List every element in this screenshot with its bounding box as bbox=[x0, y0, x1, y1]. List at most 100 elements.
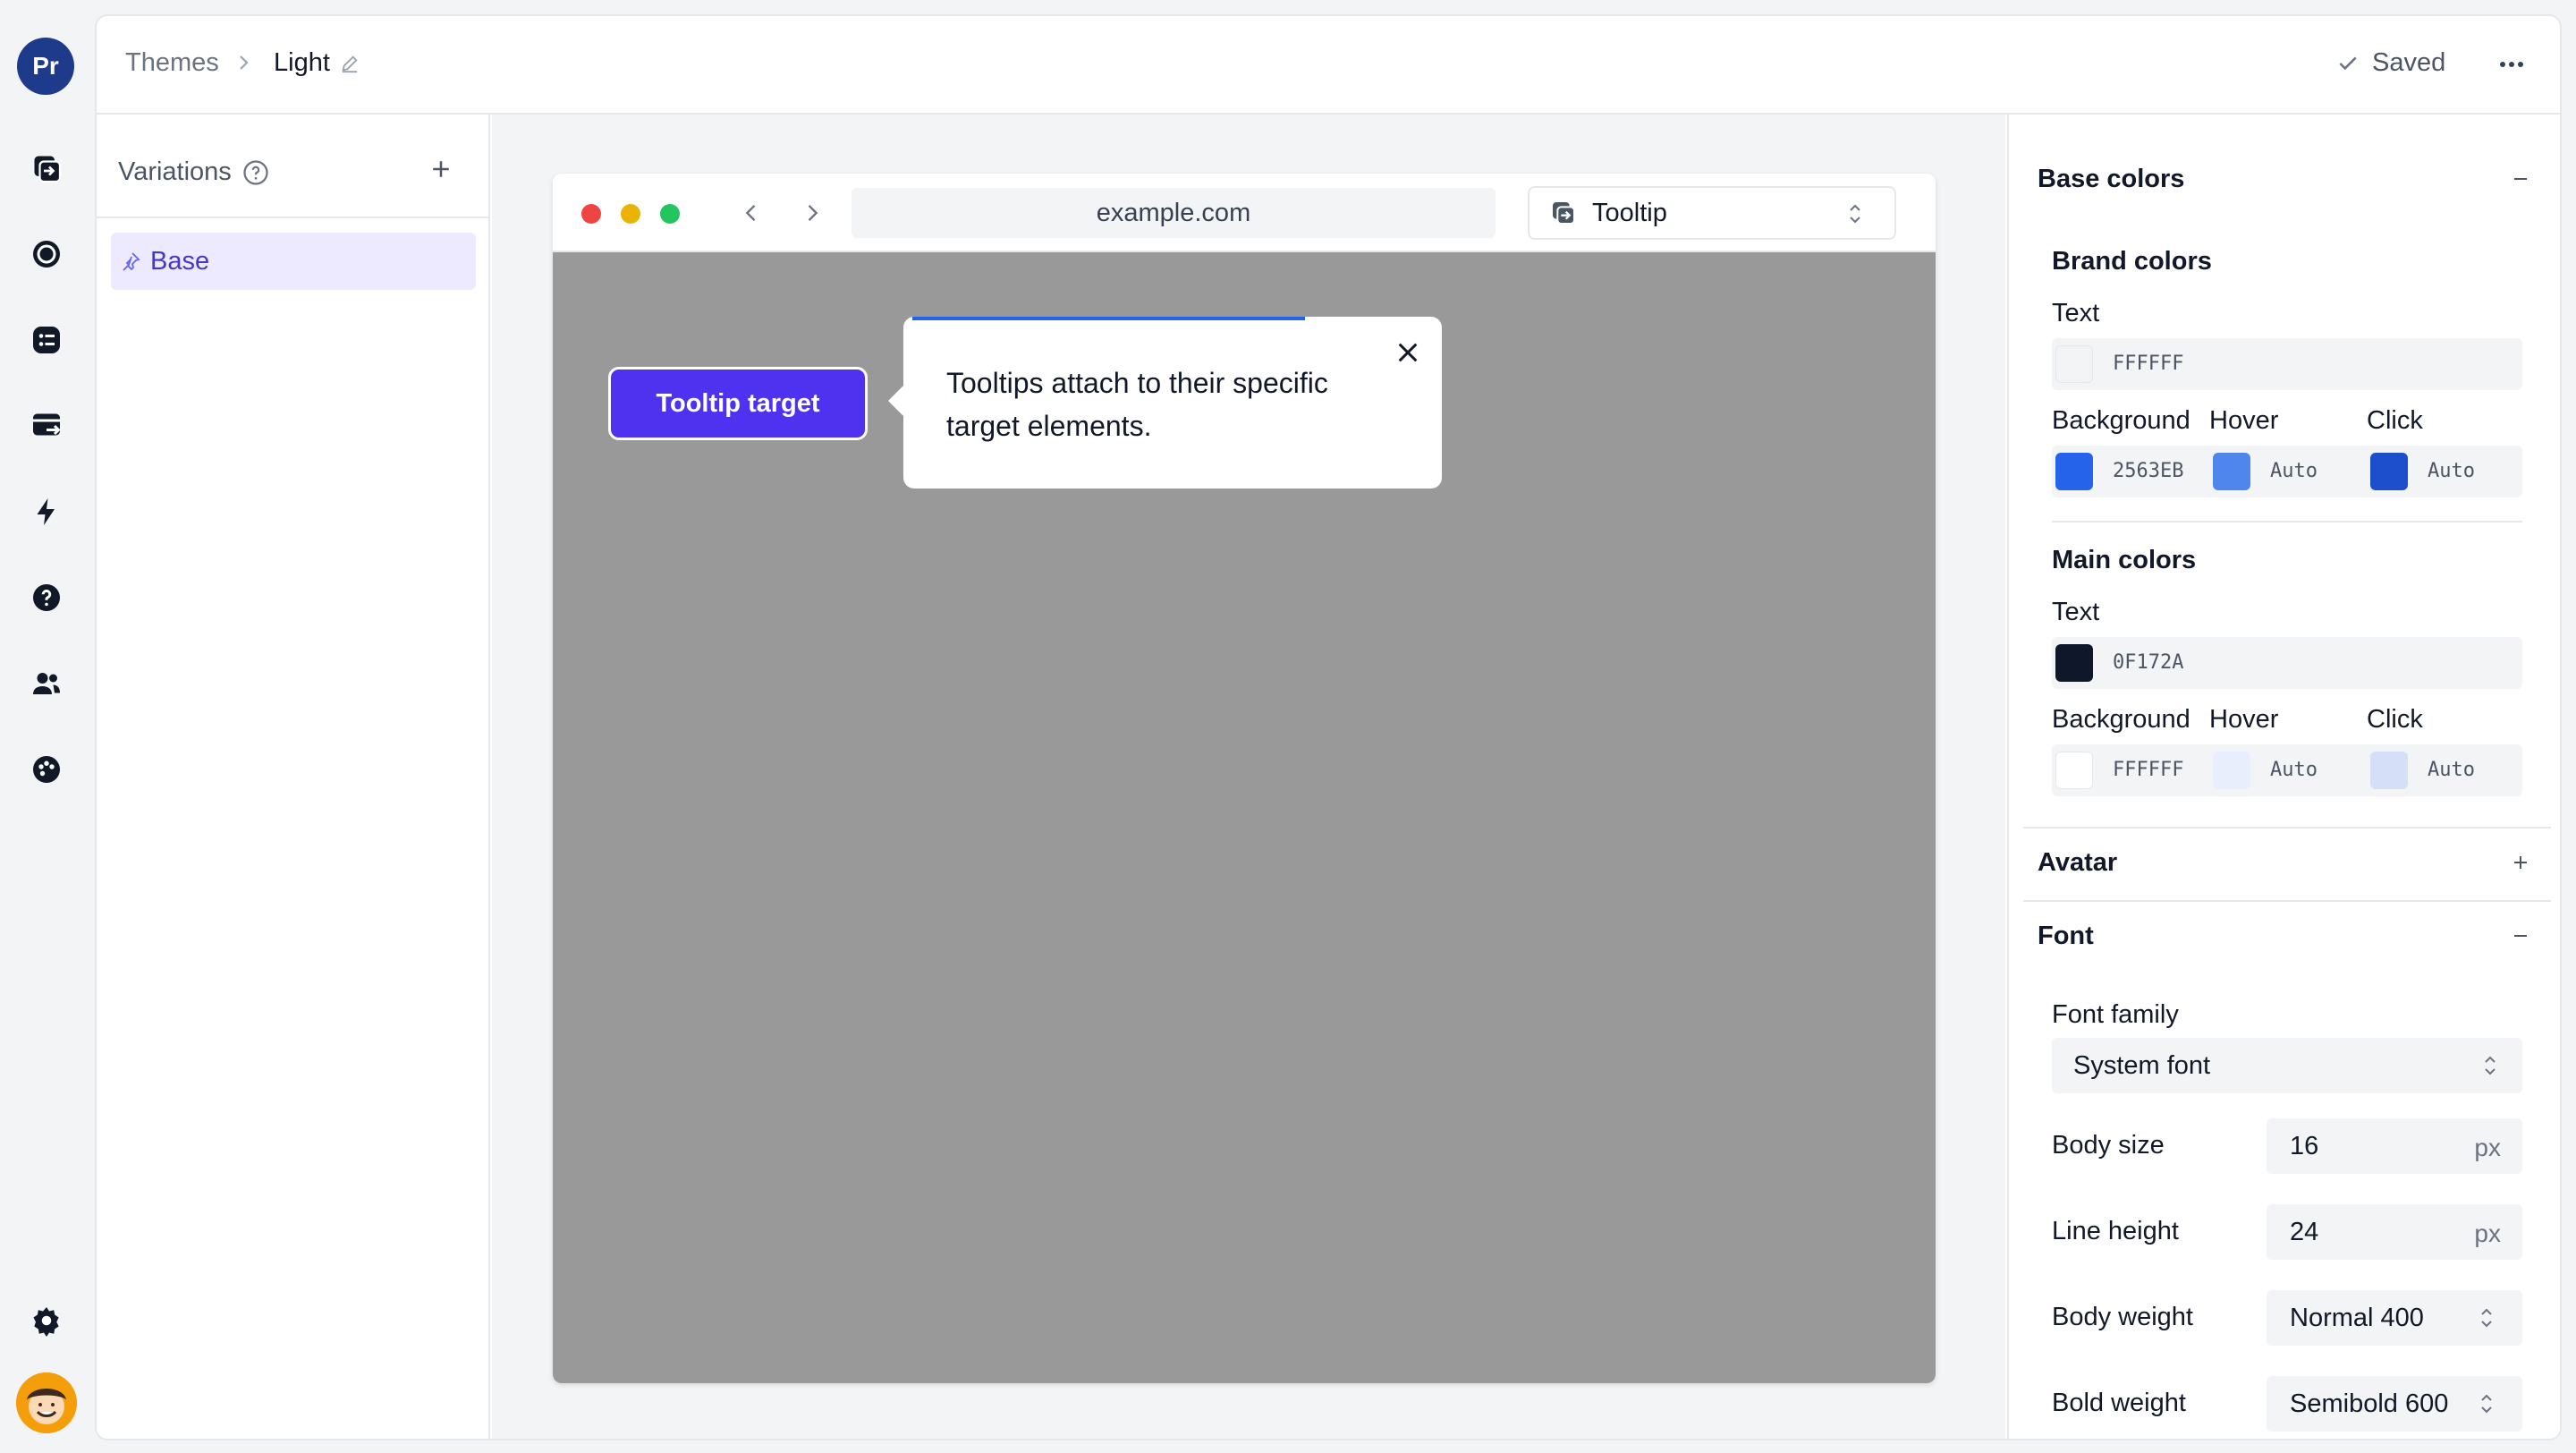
brand-background-label: Background bbox=[2052, 406, 2190, 435]
main-hover-swatch[interactable] bbox=[2213, 752, 2250, 789]
breadcrumb-themes[interactable]: Themes bbox=[125, 48, 219, 78]
collapse-icon[interactable] bbox=[2510, 925, 2531, 947]
body-weight-value: Normal 400 bbox=[2290, 1303, 2424, 1332]
main-click-label: Click bbox=[2367, 705, 2423, 734]
component-select[interactable]: Tooltip bbox=[1528, 186, 1896, 240]
brand-text-label: Text bbox=[2052, 299, 2100, 327]
close-icon[interactable] bbox=[1394, 338, 1422, 367]
help-icon[interactable] bbox=[29, 580, 64, 616]
brand-hover-value: Auto bbox=[2270, 460, 2318, 482]
variations-header: Variations bbox=[118, 157, 269, 187]
record-icon[interactable] bbox=[29, 236, 64, 272]
app-rail: Pr bbox=[0, 0, 93, 1453]
main-text-color-field[interactable]: 0F172A bbox=[2052, 637, 2522, 689]
divider bbox=[2023, 900, 2551, 902]
body-size-value: 16 bbox=[2290, 1131, 2319, 1160]
pencil-icon[interactable] bbox=[340, 54, 360, 73]
main-hover-label: Hover bbox=[2209, 705, 2279, 734]
brand-hover-label: Hover bbox=[2209, 406, 2279, 435]
main-click-value: Auto bbox=[2428, 759, 2475, 781]
variations-title: Variations bbox=[118, 157, 232, 186]
brand-background-swatch[interactable] bbox=[2055, 453, 2093, 490]
saved-status: Saved bbox=[2336, 48, 2445, 78]
palette-icon[interactable] bbox=[29, 752, 64, 787]
main-background-label: Background bbox=[2052, 705, 2190, 734]
brand-colors-title: Brand colors bbox=[2052, 247, 2212, 276]
check-icon bbox=[2339, 56, 2357, 70]
list-icon[interactable] bbox=[29, 322, 64, 358]
variations-panel: Variations Base bbox=[97, 115, 490, 1439]
users-icon[interactable] bbox=[29, 666, 64, 701]
main-background-hex: FFFFFF bbox=[2113, 759, 2184, 781]
tooltip-text: Tooltips attach to their specific target… bbox=[946, 367, 1328, 442]
forward-arrow-icon[interactable] bbox=[800, 200, 825, 225]
main-text-swatch[interactable] bbox=[2055, 644, 2093, 682]
main-background-swatch[interactable] bbox=[2055, 752, 2093, 789]
more-options-icon[interactable] bbox=[2496, 55, 2528, 73]
settings-icon[interactable] bbox=[29, 1303, 64, 1338]
browser-frame: example.com Tooltip Tooltip target Toolt… bbox=[553, 174, 1936, 1383]
body-size-unit: px bbox=[2474, 1134, 2501, 1161]
main-text-hex: 0F172A bbox=[2113, 651, 2184, 674]
preview-area: example.com Tooltip Tooltip target Toolt… bbox=[492, 115, 2005, 1439]
app-logo[interactable]: Pr bbox=[17, 38, 74, 95]
tooltip-progress-bar bbox=[912, 317, 1306, 320]
variation-item-base[interactable]: Base bbox=[111, 233, 476, 290]
bold-weight-value: Semibold 600 bbox=[2290, 1389, 2449, 1418]
brand-click-value: Auto bbox=[2428, 460, 2475, 482]
user-avatar[interactable] bbox=[16, 1372, 77, 1433]
url-bar[interactable]: example.com bbox=[852, 188, 1496, 238]
settings-panel: Base colors Brand colors Text FFFFFF Bac… bbox=[2007, 115, 2560, 1439]
main-background-color-field[interactable]: FFFFFF Auto Auto bbox=[2052, 744, 2522, 796]
divider bbox=[97, 217, 488, 218]
add-variation-icon[interactable] bbox=[428, 156, 454, 183]
main-hover-value: Auto bbox=[2270, 759, 2318, 781]
preview-canvas: Tooltip target Tooltips attach to their … bbox=[553, 252, 1936, 1383]
breadcrumb-current: Light bbox=[274, 48, 330, 77]
bold-weight-label: Bold weight bbox=[2052, 1389, 2186, 1417]
section-title-avatar[interactable]: Avatar bbox=[2038, 848, 2117, 878]
back-arrow-icon[interactable] bbox=[739, 200, 764, 225]
line-height-value: 24 bbox=[2290, 1217, 2319, 1246]
main-click-swatch[interactable] bbox=[2370, 752, 2408, 789]
select-chevron-icon bbox=[2481, 1394, 2492, 1414]
brand-background-color-field[interactable]: 2563EB Auto Auto bbox=[2052, 446, 2522, 497]
main-colors-title: Main colors bbox=[2052, 546, 2197, 574]
expand-icon[interactable] bbox=[2510, 852, 2531, 873]
brand-text-color-field[interactable]: FFFFFF bbox=[2052, 338, 2522, 390]
font-family-label: Font family bbox=[2052, 1000, 2179, 1029]
browser-toolbar: example.com Tooltip bbox=[553, 174, 1936, 252]
font-family-value: System font bbox=[2073, 1050, 2211, 1080]
component-select-value: Tooltip bbox=[1592, 198, 1667, 227]
divider bbox=[2023, 827, 2551, 828]
font-family-select[interactable]: System font bbox=[2052, 1038, 2522, 1093]
help-circle-icon[interactable] bbox=[242, 159, 269, 186]
select-chevron-icon bbox=[2485, 1056, 2496, 1075]
body-size-input[interactable]: 16 px bbox=[2267, 1118, 2522, 1174]
tooltip-arrow bbox=[888, 386, 919, 416]
lightning-icon[interactable] bbox=[29, 494, 64, 530]
brand-text-hex: FFFFFF bbox=[2113, 353, 2184, 375]
section-title-font: Font bbox=[2038, 922, 2094, 950]
tooltip: Tooltips attach to their specific target… bbox=[888, 317, 1442, 489]
brand-background-hex: 2563EB bbox=[2113, 460, 2184, 482]
tooltip-target-button[interactable]: Tooltip target bbox=[608, 367, 868, 440]
saved-label: Saved bbox=[2372, 48, 2446, 77]
brand-text-swatch[interactable] bbox=[2055, 345, 2093, 383]
card-exit-icon[interactable] bbox=[29, 408, 64, 444]
section-title-base-colors: Base colors bbox=[2038, 165, 2185, 193]
theme-editor: Themes Light Saved Variations Base examp… bbox=[95, 14, 2562, 1440]
brand-hover-swatch[interactable] bbox=[2213, 453, 2250, 490]
bold-weight-select[interactable]: Semibold 600 bbox=[2267, 1376, 2522, 1432]
variation-label: Base bbox=[150, 246, 210, 276]
chevron-right-icon bbox=[240, 55, 249, 70]
body-size-label: Body size bbox=[2052, 1131, 2165, 1160]
body-weight-select[interactable]: Normal 400 bbox=[2267, 1290, 2522, 1346]
brand-click-swatch[interactable] bbox=[2370, 453, 2408, 490]
collapse-icon[interactable] bbox=[2510, 168, 2531, 190]
line-height-input[interactable]: 24 px bbox=[2267, 1204, 2522, 1260]
screen-share-icon[interactable] bbox=[29, 150, 64, 186]
divider bbox=[2052, 521, 2522, 523]
line-height-unit: px bbox=[2474, 1219, 2501, 1247]
maximize-dot-icon bbox=[660, 204, 680, 224]
